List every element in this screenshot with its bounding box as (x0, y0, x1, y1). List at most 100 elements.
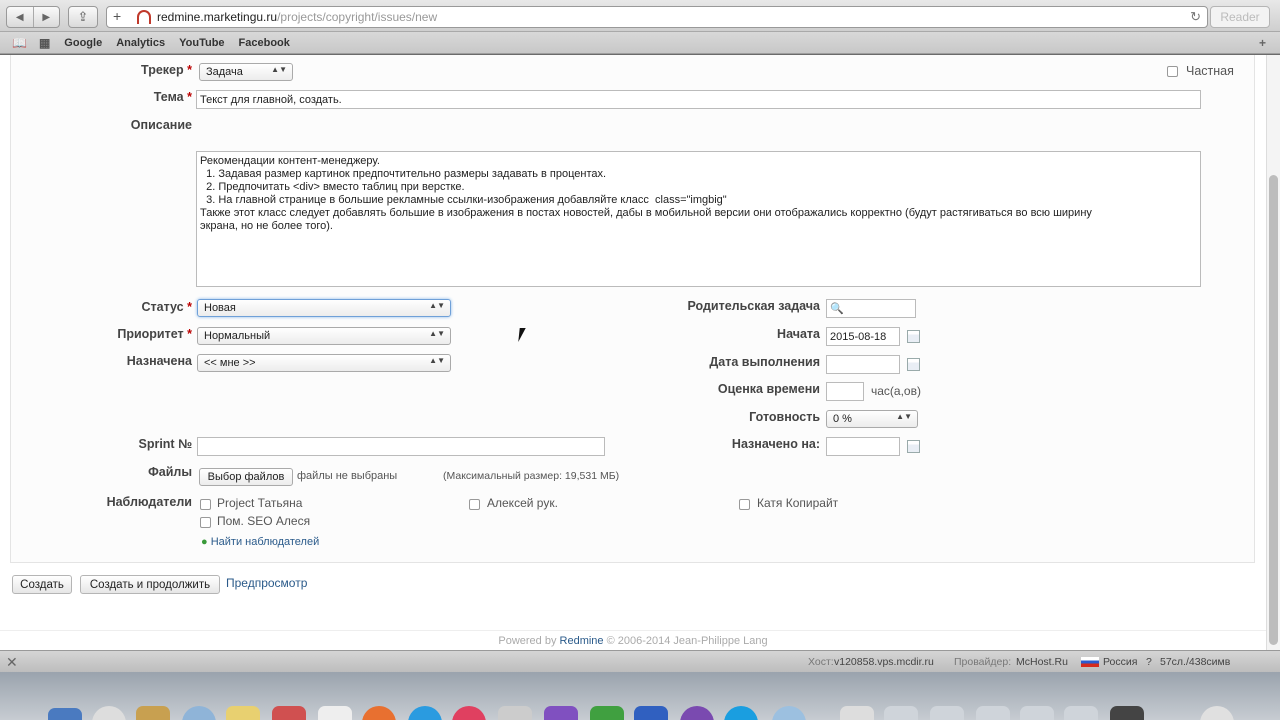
excel-dock-icon[interactable] (590, 706, 624, 720)
folder-dock-icon[interactable] (884, 706, 918, 720)
host-label: Хост: (808, 656, 834, 668)
bookmark-youtube[interactable]: YouTube (179, 37, 224, 49)
parent-task-label: Родительская задача (687, 299, 820, 313)
reload-icon[interactable]: ↻ (1190, 9, 1201, 25)
app-dock-icon[interactable] (318, 706, 352, 720)
address-bar[interactable]: + redmine.marketingu.ru/projects/copyrig… (106, 6, 1208, 28)
app-dock-icon[interactable] (724, 706, 758, 720)
bookmark-google[interactable]: Google (64, 37, 102, 49)
watcher-checkbox[interactable] (200, 499, 211, 510)
notes-dock-icon[interactable] (226, 706, 260, 720)
book-icon[interactable]: 📖 (12, 36, 27, 50)
calendar-icon[interactable] (907, 330, 920, 343)
app-dock-icon[interactable] (272, 706, 306, 720)
app-dock-icon[interactable] (772, 706, 806, 720)
watcher-checkbox[interactable] (739, 499, 750, 510)
choose-files-button[interactable]: Выбор файлов (199, 468, 293, 486)
subject-input[interactable]: Текст для главной, создать. (196, 90, 1201, 109)
description-textarea[interactable]: Рекомендации контент-менеджеру. 1. Задав… (196, 151, 1201, 287)
due-date-input[interactable] (826, 355, 900, 374)
clock-dock-icon[interactable] (92, 706, 126, 720)
tracker-select[interactable]: Задача ▲▼ (199, 63, 293, 81)
add-icon: ● (201, 536, 208, 548)
safari-dock-icon[interactable] (182, 706, 216, 720)
estimate-input[interactable] (826, 382, 864, 401)
provider-value: McHost.Ru (1016, 656, 1068, 668)
watcher-checkbox[interactable] (200, 517, 211, 528)
url-path: /projects/copyright/issues/new (277, 10, 438, 24)
url-host: redmine.marketingu.ru (157, 10, 278, 24)
russia-flag-icon (1081, 657, 1099, 667)
files-none-text: файлы не выбраны (297, 470, 398, 482)
priority-label: Приоритет * (117, 327, 192, 341)
host-value: v120858.vps.mcdir.ru (834, 656, 934, 668)
preview-link[interactable]: Предпросмотр (226, 576, 307, 590)
folder-dock-icon[interactable] (1064, 706, 1098, 720)
assigned-select[interactable]: << мне >> ▲▼ (197, 354, 451, 372)
browser-statusbar: ✕ Хост: v120858.vps.mcdir.ru Провайдер: … (0, 650, 1280, 672)
site-favicon-icon (137, 10, 151, 24)
create-continue-button[interactable]: Создать и продолжить (80, 575, 220, 594)
calendar-icon[interactable] (907, 358, 920, 371)
back-icon[interactable]: ◀ (7, 7, 34, 27)
skype-dock-icon[interactable] (408, 706, 442, 720)
app-dock-icon[interactable] (136, 706, 170, 720)
firefox-dock-icon[interactable] (362, 706, 396, 720)
bookmark-facebook[interactable]: Facebook (239, 37, 290, 49)
estimate-unit: час(а,ов) (871, 384, 921, 398)
private-checkbox[interactable] (1167, 66, 1178, 77)
assigned-on-input[interactable] (826, 437, 900, 456)
parent-task-input[interactable]: 🔍 (826, 299, 916, 318)
description-line: Также этот класс следует добавлять больш… (200, 207, 1092, 219)
page-footer: Powered by Redmine © 2006-2014 Jean-Phil… (0, 630, 1266, 650)
status-label: Статус * (141, 300, 193, 314)
description-line: 1. Задавая размер картинок предпочтитель… (200, 168, 607, 180)
watchers-label: Наблюдатели (106, 495, 192, 509)
find-watchers-link[interactable]: ● Найти наблюдателей (201, 536, 319, 548)
priority-select[interactable]: Нормальный ▲▼ (197, 327, 451, 345)
calendar-icon[interactable] (907, 440, 920, 453)
page: Трекер * Задача ▲▼ Частная Тема * Текст д… (0, 55, 1266, 650)
description-line: экрана, но не более того). (200, 220, 333, 232)
watcher-name: Алексей рук. (487, 496, 558, 510)
finder-dock-icon[interactable] (48, 708, 82, 720)
add-bookmark-icon[interactable]: + (1259, 36, 1266, 50)
start-date-label: Начата (777, 327, 820, 341)
sprint-input[interactable] (197, 437, 605, 456)
viber-dock-icon[interactable] (680, 706, 714, 720)
app-dock-icon[interactable] (544, 706, 578, 720)
itunes-dock-icon[interactable] (452, 706, 486, 720)
description-line: 3. На главной странице в большие рекламн… (200, 194, 727, 206)
redmine-link[interactable]: Redmine (560, 635, 604, 647)
word-dock-icon[interactable] (634, 706, 668, 720)
create-button[interactable]: Создать (12, 575, 72, 594)
forward-icon[interactable]: ▶ (34, 7, 60, 27)
add-tab-icon[interactable]: + (113, 8, 121, 24)
folder-dock-icon[interactable] (930, 706, 964, 720)
folder-dock-icon[interactable] (1020, 706, 1054, 720)
bookmark-analytics[interactable]: Analytics (116, 37, 165, 49)
grid-icon[interactable]: ▦ (39, 36, 50, 50)
share-icon[interactable]: ⇪ (68, 6, 98, 28)
select-arrows-icon: ▲▼ (429, 356, 445, 365)
done-ratio-select[interactable]: 0 % ▲▼ (826, 410, 918, 428)
app-dock-icon[interactable] (498, 706, 532, 720)
trash-dock-icon[interactable] (1200, 706, 1234, 720)
watcher-checkbox[interactable] (469, 499, 480, 510)
sprint-label: Sprint № (138, 437, 192, 451)
folder-dock-icon[interactable] (976, 706, 1010, 720)
assigned-label: Назначена (126, 354, 192, 368)
scrollbar-thumb[interactable] (1269, 175, 1278, 645)
status-select[interactable]: Новая ▲▼ (197, 299, 451, 317)
estimate-label: Оценка времени (717, 382, 820, 396)
subject-label: Тема * (153, 90, 192, 104)
select-arrows-icon: ▲▼ (271, 65, 287, 74)
folder-dock-icon[interactable] (1110, 706, 1144, 720)
question-mark[interactable]: ? (1146, 656, 1152, 668)
watcher-name: Project Татьяна (217, 496, 303, 510)
folder-dock-icon[interactable] (840, 706, 874, 720)
reader-button[interactable]: Reader (1210, 6, 1270, 28)
page-scrollbar[interactable] (1266, 55, 1280, 650)
start-date-input[interactable]: 2015-08-18 (826, 327, 900, 346)
close-icon[interactable]: ✕ (6, 654, 18, 671)
